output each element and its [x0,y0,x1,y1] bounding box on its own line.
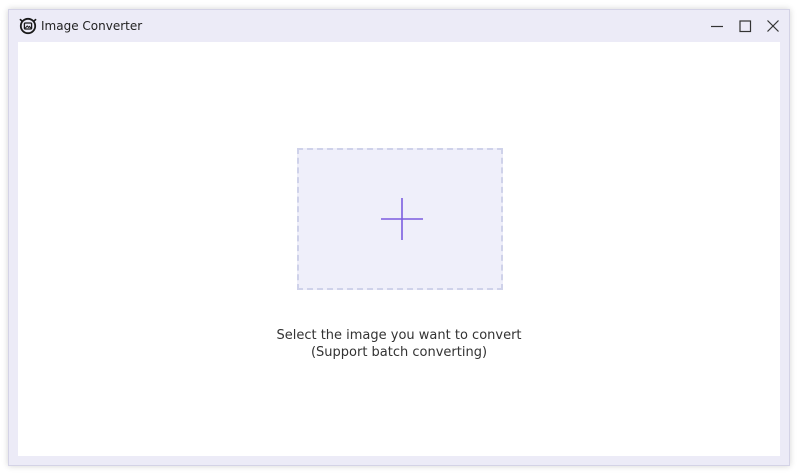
close-icon [767,20,779,32]
batch-support-note: (Support batch converting) [310,345,488,360]
minimize-icon [711,25,723,28]
app-window: Image Converter Select the image you wan… [8,9,790,466]
minimize-button[interactable] [706,16,728,36]
plus-icon [380,197,424,241]
title-bar[interactable]: Image Converter [9,10,789,42]
select-image-prompt: Select the image you want to convert [276,328,522,343]
window-title: Image Converter [41,19,143,33]
maximize-icon [739,20,752,33]
add-image-dropzone[interactable] [297,148,503,290]
close-button[interactable] [762,16,784,36]
main-content: Select the image you want to convert (Su… [18,42,780,456]
maximize-button[interactable] [734,16,756,36]
image-converter-logo-icon [19,17,37,35]
